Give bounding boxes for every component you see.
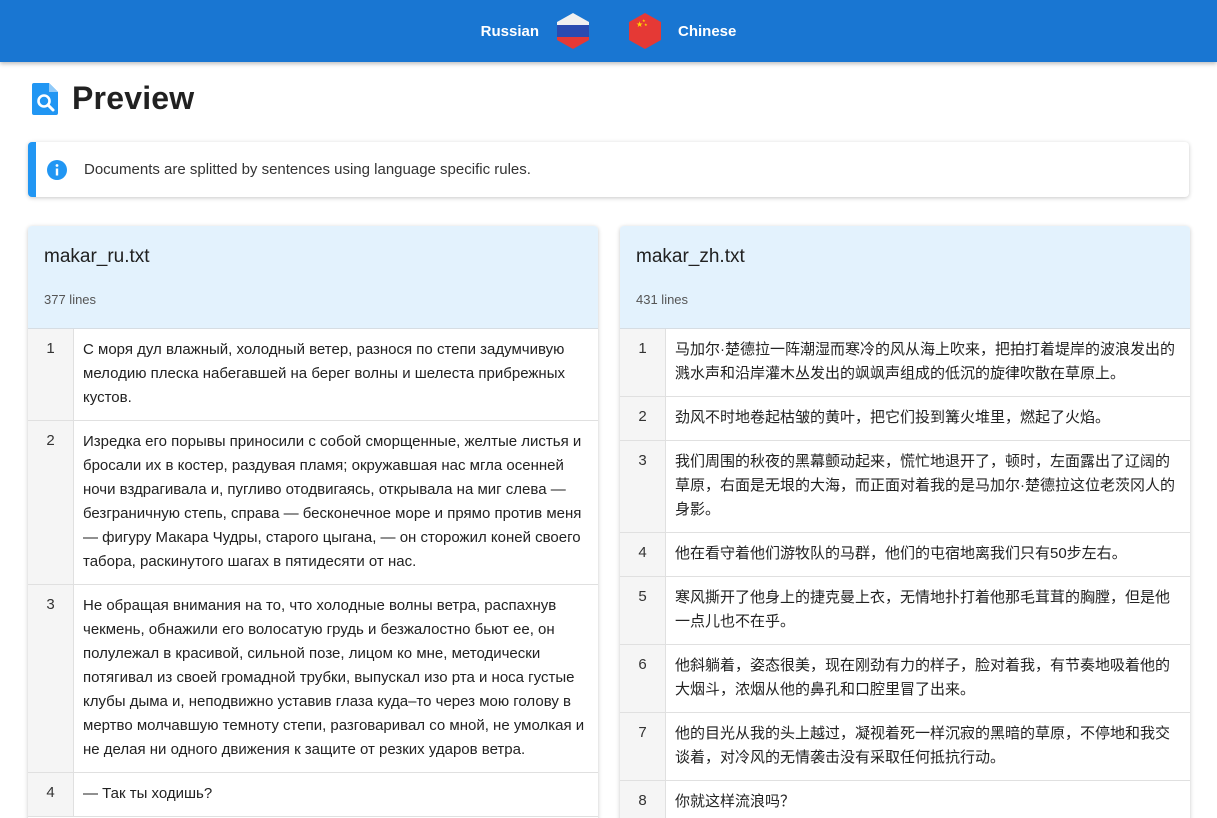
sentence-text: С моря дул влажный, холодный ветер, разн… <box>83 341 565 406</box>
line-number: 6 <box>620 645 666 712</box>
sentence-row[interactable]: 3 Не обращая внимания на то, что холодны… <box>28 585 598 773</box>
sentence-row[interactable]: 1 С моря дул влажный, холодный ветер, ра… <box>28 329 598 421</box>
sentence-text: 他的目光从我的头上越过，凝视着死一样沉寂的黑暗的草原，不停地和我交谈着，对冷风的… <box>675 725 1171 766</box>
line-number: 2 <box>620 397 666 440</box>
sentence-row[interactable]: 1 马加尔·楚德拉一阵潮湿而寒冷的风从海上吹来，把拍打着堤岸的波浪发出的溅水声和… <box>620 329 1190 397</box>
target-document-header: makar_zh.txt 431 lines <box>620 226 1190 329</box>
line-number: 7 <box>620 713 666 780</box>
sentence-text: Не обращая внимания на то, что холодные … <box>83 597 585 758</box>
sentence-text: 劲风不时地卷起枯皱的黄叶，把它们投到篝火堆里，燃起了火焰。 <box>675 409 1111 426</box>
info-icon <box>47 159 67 180</box>
target-language-label: Chinese <box>678 22 737 40</box>
sentence-row[interactable]: 8 你就这样流浪吗？ <box>620 781 1190 818</box>
file-search-icon <box>32 82 58 115</box>
target-document-filename: makar_zh.txt <box>636 246 745 267</box>
line-number: 3 <box>620 441 666 532</box>
line-number: 4 <box>28 773 74 816</box>
china-flag-icon: ★ ★ ★ <box>629 13 661 49</box>
sentence-row[interactable]: 6 他斜躺着，姿态很美，现在刚劲有力的样子，脸对着我，有节奏地吸着他的大烟斗，浓… <box>620 645 1190 713</box>
source-language[interactable]: Russian <box>481 12 590 50</box>
line-number: 1 <box>620 329 666 396</box>
target-document-line-count: 431 lines <box>636 292 689 307</box>
line-number: 1 <box>28 329 74 420</box>
alert-text: Documents are splitted by sentences usin… <box>84 161 531 178</box>
sentence-row[interactable]: 4 — Так ты ходишь? <box>28 773 598 817</box>
sentence-row[interactable]: 5 寒风撕开了他身上的捷克曼上衣，无情地扑打着他那毛茸茸的胸膛，但是他一点儿也不… <box>620 577 1190 645</box>
source-document-panel: makar_ru.txt 377 lines 1 С моря дул влаж… <box>28 226 598 818</box>
source-document-filename: makar_ru.txt <box>44 246 150 267</box>
sentence-text: 你就这样流浪吗？ <box>675 793 796 810</box>
target-document-panel: makar_zh.txt 431 lines 1 马加尔·楚德拉一阵潮湿而寒冷的… <box>620 226 1190 818</box>
line-number: 4 <box>620 533 666 576</box>
page-header: Preview <box>32 80 194 117</box>
sentence-text: Изредка его порывы приносили с собой смо… <box>83 433 582 570</box>
sentence-row[interactable]: 4 他在看守着他们游牧队的马群，他们的屯宿地离我们只有50步左右。 <box>620 533 1190 577</box>
sentence-row[interactable]: 7 他的目光从我的头上越过，凝视着死一样沉寂的黑暗的草原，不停地和我交谈着，对冷… <box>620 713 1190 781</box>
russia-flag-icon <box>557 13 589 49</box>
sentence-row[interactable]: 2 Изредка его порывы приносили с собой с… <box>28 421 598 585</box>
line-number: 2 <box>28 421 74 584</box>
svg-text:★: ★ <box>644 22 648 27</box>
source-sentence-list: 1 С моря дул влажный, холодный ветер, ра… <box>28 329 598 817</box>
source-language-label: Russian <box>480 22 539 40</box>
sentence-text: 马加尔·楚德拉一阵潮湿而寒冷的风从海上吹来，把拍打着堤岸的波浪发出的溅水声和沿岸… <box>675 341 1175 382</box>
info-alert: Documents are splitted by sentences usin… <box>28 142 1189 197</box>
top-bar: Russian ★ ★ ★ Chinese <box>0 0 1217 62</box>
source-document-header: makar_ru.txt 377 lines <box>28 226 598 329</box>
sentence-text: 他在看守着他们游牧队的马群，他们的屯宿地离我们只有50步左右。 <box>675 545 1127 562</box>
line-number: 5 <box>620 577 666 644</box>
sentence-text: — Так ты ходишь? <box>83 785 213 802</box>
sentence-row[interactable]: 3 我们周围的秋夜的黑幕颤动起来，慌忙地退开了，顿时，左面露出了辽阔的草原，右面… <box>620 441 1190 533</box>
line-number: 8 <box>620 781 666 818</box>
sentence-text: 他斜躺着，姿态很美，现在刚劲有力的样子，脸对着我，有节奏地吸着他的大烟斗，浓烟从… <box>675 657 1171 698</box>
target-language[interactable]: ★ ★ ★ Chinese <box>628 12 736 50</box>
source-document-line-count: 377 lines <box>44 292 97 307</box>
target-sentence-list: 1 马加尔·楚德拉一阵潮湿而寒冷的风从海上吹来，把拍打着堤岸的波浪发出的溅水声和… <box>620 329 1190 818</box>
line-number: 3 <box>28 585 74 772</box>
sentence-text: 寒风撕开了他身上的捷克曼上衣，无情地扑打着他那毛茸茸的胸膛，但是他一点儿也不在乎… <box>675 589 1171 630</box>
page-title: Preview <box>72 80 195 116</box>
sentence-row[interactable]: 2 劲风不时地卷起枯皱的黄叶，把它们投到篝火堆里，燃起了火焰。 <box>620 397 1190 441</box>
sentence-text: 我们周围的秋夜的黑幕颤动起来，慌忙地退开了，顿时，左面露出了辽阔的草原，右面是无… <box>675 453 1175 518</box>
